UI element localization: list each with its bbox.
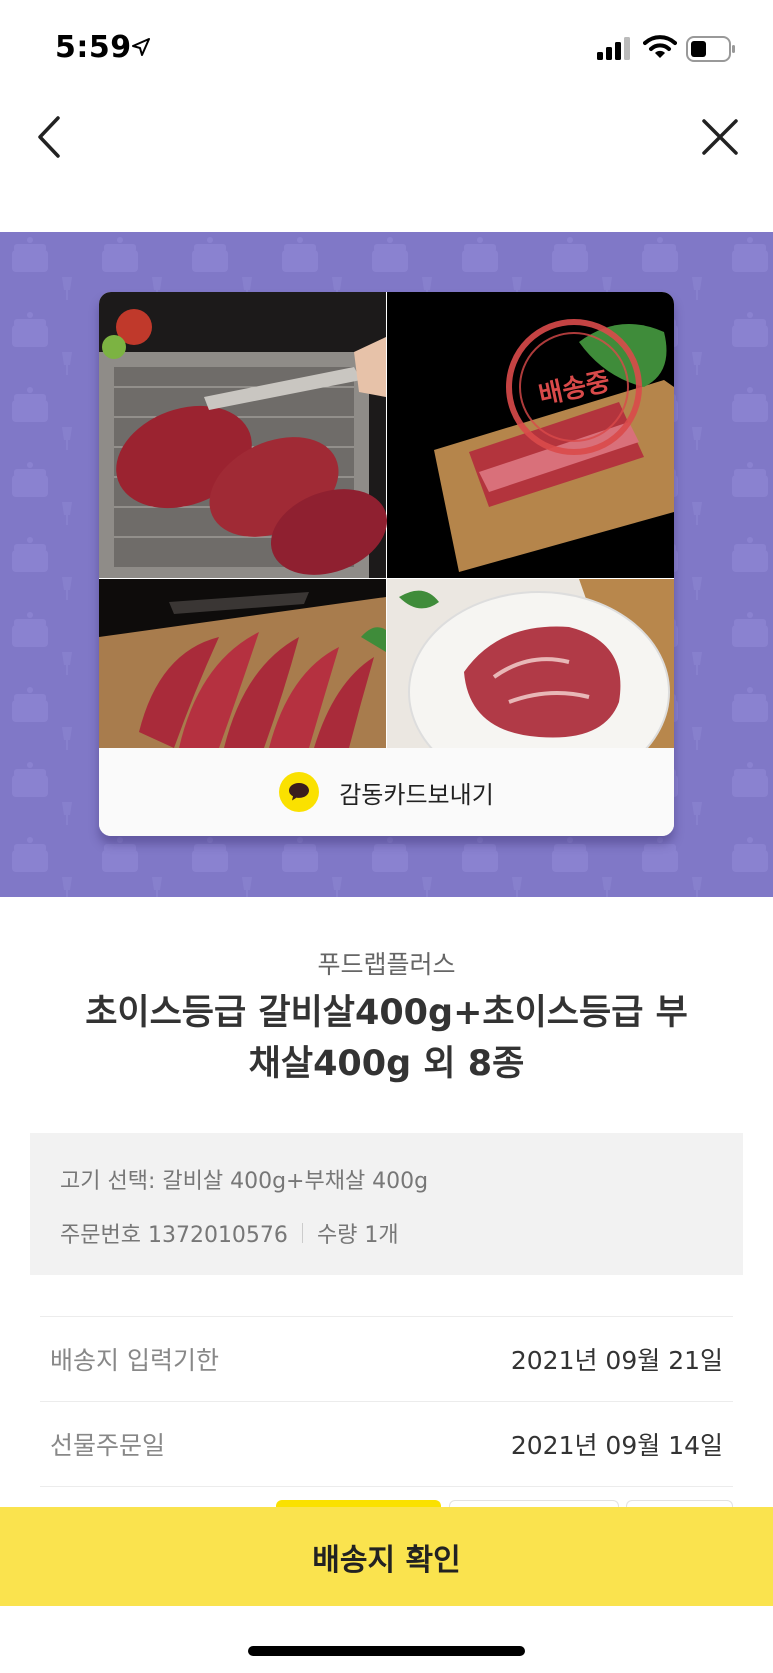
product-title: 초이스등급 갈비살400g+초이스등급 부 채살400g 외 8종	[40, 988, 733, 1090]
info-value: 2021년 09월 14일	[510, 1431, 723, 1460]
product-photo-collage: 배송중	[99, 292, 674, 748]
info-row-address-deadline: 배송지 입력기한 2021년 09월 21일	[40, 1316, 733, 1401]
gift-hero-banner: 배송중 감동카드보내기	[0, 232, 773, 897]
battery-icon	[686, 36, 736, 66]
info-label: 배송지 입력기한	[50, 1346, 219, 1375]
close-button[interactable]	[695, 112, 745, 162]
speech-bubble-icon	[279, 772, 320, 812]
photo-ribs-on-board: 배송중	[387, 292, 674, 578]
product-title-line-2: 채살400g 외 8종	[248, 1044, 525, 1084]
chevron-left-icon	[38, 116, 60, 158]
photo-steaks-on-rack	[99, 292, 388, 578]
wifi-icon	[643, 34, 677, 64]
back-button[interactable]	[30, 110, 70, 164]
home-indicator	[248, 1646, 525, 1656]
confirm-address-label: 배송지 확인	[312, 1542, 461, 1578]
photo-steak-on-plate	[387, 579, 674, 748]
confirm-address-button[interactable]: 배송지 확인	[0, 1507, 773, 1606]
location-arrow-icon	[132, 38, 150, 60]
product-title-line-1: 초이스등급 갈비살400g+초이스등급 부	[85, 993, 688, 1033]
gift-card: 배송중 감동카드보내기	[99, 292, 674, 836]
quantity: 수량 1개	[316, 1223, 399, 1248]
send-gift-card-button[interactable]: 감동카드보내기	[99, 748, 674, 836]
order-option-box: 고기 선택: 갈비살 400g+부채살 400g 주문번호 1372010576…	[30, 1133, 743, 1275]
status-bar: 5:59	[0, 0, 773, 100]
close-icon	[702, 119, 738, 155]
photo-sliced-beef	[99, 579, 386, 748]
order-meta: 주문번호 1372010576 수량 1개	[60, 1217, 713, 1249]
info-row-order-date: 선물주문일 2021년 09월 14일	[40, 1401, 733, 1486]
info-value: 2021년 09월 21일	[510, 1346, 723, 1375]
info-label: 선물주문일	[50, 1431, 166, 1460]
selected-option: 고기 선택: 갈비살 400g+부채살 400g	[60, 1169, 429, 1194]
cellular-signal-icon	[597, 36, 631, 64]
divider	[301, 1223, 303, 1243]
order-number: 주문번호 1372010576	[60, 1223, 288, 1248]
send-gift-card-label: 감동카드보내기	[339, 780, 494, 809]
status-time: 5:59	[55, 30, 132, 65]
brand-name: 푸드랩플러스	[317, 950, 456, 979]
